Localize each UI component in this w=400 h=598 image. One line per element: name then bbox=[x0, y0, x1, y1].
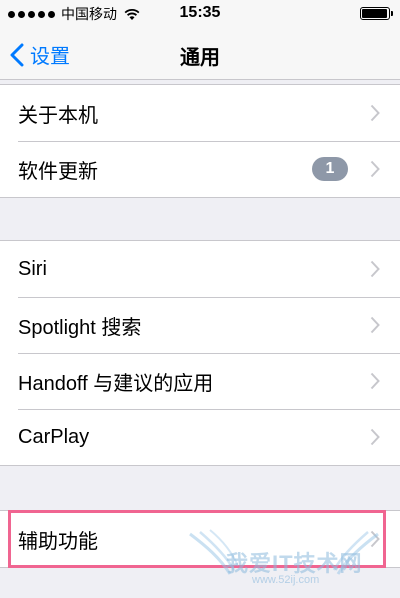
row-handoff[interactable]: Handoff 与建议的应用 bbox=[0, 353, 400, 409]
settings-group-3: 辅助功能 bbox=[0, 510, 400, 568]
page-title: 通用 bbox=[180, 47, 220, 69]
row-carplay[interactable]: CarPlay bbox=[0, 409, 400, 465]
settings-group-2: Siri Spotlight 搜索 Handoff 与建议的应用 CarPlay bbox=[0, 240, 400, 466]
row-spotlight-search[interactable]: Spotlight 搜索 bbox=[0, 297, 400, 353]
row-label: CarPlay bbox=[18, 425, 90, 448]
row-label: Handoff 与建议的应用 bbox=[18, 372, 214, 395]
update-count-badge: 1 bbox=[312, 157, 348, 181]
row-label: Spotlight 搜索 bbox=[18, 316, 142, 339]
row-about[interactable]: 关于本机 bbox=[0, 85, 400, 141]
navigation-bar: 设置 通用 bbox=[0, 26, 400, 80]
battery-level bbox=[362, 9, 387, 18]
settings-group-1: 关于本机 软件更新 1 bbox=[0, 84, 400, 198]
row-label: Siri bbox=[18, 257, 47, 280]
row-accessibility[interactable]: 辅助功能 bbox=[0, 511, 400, 567]
chevron-right-icon bbox=[370, 428, 380, 446]
chevron-right-icon bbox=[370, 372, 380, 390]
chevron-right-icon bbox=[370, 530, 380, 548]
chevron-right-icon bbox=[370, 160, 380, 178]
chevron-right-icon bbox=[370, 104, 380, 122]
status-bar: 中国移动 15:35 bbox=[0, 0, 400, 26]
row-label: 软件更新 bbox=[18, 160, 98, 183]
watermark-url: www.52ij.com bbox=[252, 574, 320, 586]
row-siri[interactable]: Siri bbox=[0, 241, 400, 297]
clock: 15:35 bbox=[179, 4, 221, 21]
row-software-update[interactable]: 软件更新 1 bbox=[0, 141, 400, 197]
row-label: 关于本机 bbox=[18, 104, 98, 127]
battery-icon bbox=[360, 7, 393, 20]
row-label: 辅助功能 bbox=[18, 530, 98, 553]
chevron-right-icon bbox=[370, 260, 380, 278]
chevron-right-icon bbox=[370, 316, 380, 334]
